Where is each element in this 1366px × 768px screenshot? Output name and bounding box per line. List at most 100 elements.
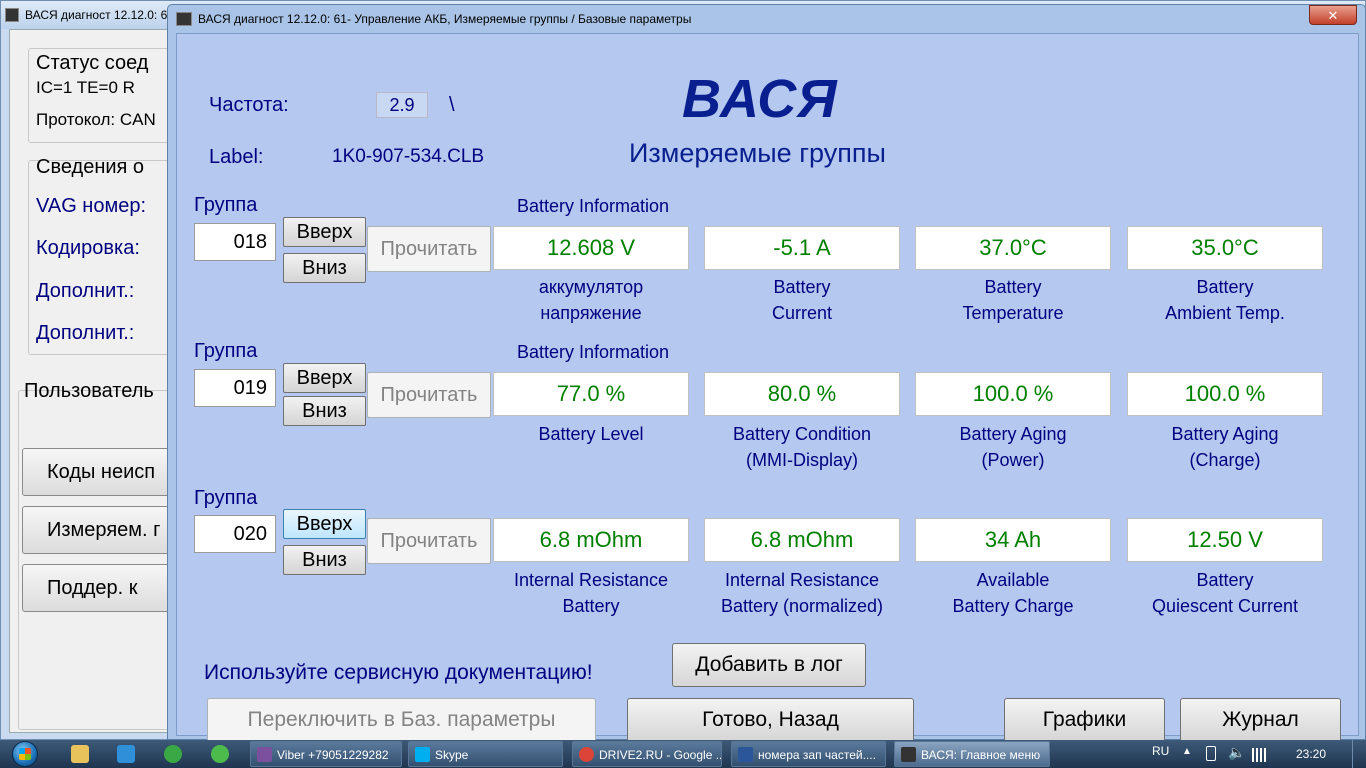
folder-icon (71, 745, 89, 763)
read-button[interactable]: Прочитать (367, 226, 491, 272)
group-label: Группа (194, 487, 258, 509)
app-pin[interactable] (202, 741, 238, 767)
close-button[interactable]: ✕ (1309, 5, 1357, 25)
taskbar: Viber +79051229282 Skype DRIVE2.RU - Goo… (0, 740, 1366, 768)
tray-arrow-icon[interactable]: ▲ (1182, 746, 1192, 768)
vasya-logo: ВАСЯ (682, 69, 838, 129)
caption-battery-level: Battery Level (538, 424, 644, 444)
value-ambient-temp: 35.0°C (1127, 226, 1323, 270)
user-label: Пользователь (24, 380, 154, 402)
task-chrome[interactable]: DRIVE2.RU - Google ... (572, 741, 722, 767)
explorer-pin[interactable] (62, 741, 98, 767)
extra2-label: Дополнит.: (36, 322, 135, 344)
caption-aging-charge: Battery Aging (Charge) (1171, 424, 1279, 470)
caption-battery-temperature: Battery Temperature (962, 277, 1064, 323)
chat-icon (117, 745, 135, 763)
group-number-input[interactable]: 019 (194, 369, 276, 407)
task-label: ВАСЯ: Главное меню (921, 748, 1041, 762)
word-icon (738, 747, 753, 762)
start-button[interactable] (5, 740, 45, 768)
clock[interactable]: 23:20 (1296, 747, 1326, 768)
task-label: Viber +79051229282 (277, 748, 389, 762)
value-battery-current: -5.1 A (704, 226, 900, 270)
caption-aging-power: Battery Aging (Power) (959, 424, 1067, 470)
extra1-label: Дополнит.: (36, 280, 135, 302)
task-skype[interactable]: Skype (408, 741, 563, 767)
done-back-button[interactable]: Готово, Назад (627, 698, 914, 742)
network-icon[interactable] (1252, 748, 1268, 762)
group-title: Battery Information (516, 342, 670, 362)
chat-pin[interactable] (108, 741, 144, 767)
group-up-button[interactable]: Вверх (283, 217, 366, 247)
viber-icon (257, 747, 272, 762)
main-window-client: Статус соед IC=1 TE=0 R Протокол: CAN Св… (9, 29, 202, 733)
caption-quiescent-current: Battery Quiescent Current (1151, 570, 1299, 616)
value-battery-level: 77.0 % (493, 372, 689, 416)
dialog-client: Частота: 2.9 \ Label: 1K0-907-534.CLB ВА… (176, 33, 1359, 742)
group-label: Группа (194, 340, 258, 362)
task-word[interactable]: номера зап частей.... (731, 741, 886, 767)
torrent-pin[interactable] (155, 741, 191, 767)
value-aging-power: 100.0 % (915, 372, 1111, 416)
measured-groups-dialog: ВАСЯ диагност 12.12.0: 61- Управление АК… (167, 4, 1366, 742)
volume-icon[interactable]: 🔈 (1228, 744, 1245, 768)
add-to-log-button[interactable]: Добавить в лог (672, 643, 866, 687)
battery-icon[interactable] (1206, 746, 1216, 761)
vag-number-label: VAG номер: (36, 195, 147, 217)
journal-button[interactable]: Журнал (1180, 698, 1341, 742)
switch-basic-settings-button[interactable]: Переключить в Баз. параметры (207, 698, 596, 742)
task-label: Skype (435, 748, 469, 762)
skype-icon (415, 747, 430, 762)
activity-indicator: \ (449, 94, 455, 116)
show-desktop-button[interactable] (1352, 740, 1366, 768)
caption-ambient-temp: Battery Ambient Temp. (1165, 277, 1285, 323)
caption-internal-resistance-normalized: Internal Resistance Battery (normalized) (720, 570, 884, 616)
status-label: Статус соед (36, 52, 149, 74)
group-down-button[interactable]: Вниз (283, 396, 366, 426)
caption-internal-resistance: Internal Resistance Battery (513, 570, 669, 616)
group-down-button[interactable]: Вниз (283, 253, 366, 283)
task-vasya[interactable]: ВАСЯ: Главное меню (894, 741, 1050, 767)
task-label: номера зап частей.... (758, 748, 876, 762)
task-label: DRIVE2.RU - Google ... (599, 748, 722, 762)
label-caption: Label: (209, 146, 264, 168)
caption-battery-condition: Battery Condition (MMI-Display) (732, 424, 872, 470)
frequency-label: Частота: (209, 94, 289, 116)
group-title: Battery Information (516, 196, 670, 216)
value-internal-resistance-normalized: 6.8 mOhm (704, 518, 900, 562)
close-icon: ✕ (1327, 8, 1339, 23)
read-button[interactable]: Прочитать (367, 372, 491, 418)
vasya-app-icon (176, 12, 192, 26)
group-number-input[interactable]: 018 (194, 223, 276, 261)
caption-battery-voltage: аккумулятор напряжение (538, 277, 644, 323)
dialog-title: ВАСЯ диагност 12.12.0: 61- Управление АК… (198, 12, 692, 26)
value-battery-voltage: 12.608 V (493, 226, 689, 270)
value-battery-condition: 80.0 % (704, 372, 900, 416)
value-available-charge: 34 Ah (915, 518, 1111, 562)
info-label: Сведения о (36, 156, 145, 178)
group-up-button[interactable]: Вверх (283, 363, 366, 393)
protocol-text: Протокол: CAN (36, 110, 156, 129)
task-viber[interactable]: Viber +79051229282 (250, 741, 402, 767)
value-quiescent-current: 12.50 V (1127, 518, 1323, 562)
coding-label: Кодировка: (36, 237, 140, 259)
caption-available-charge: Available Battery Charge (952, 570, 1074, 616)
status-values: IC=1 TE=0 R (36, 78, 135, 97)
dialog-titlebar[interactable]: ВАСЯ диагност 12.12.0: 61- Управление АК… (168, 5, 1365, 32)
vasya-app-icon (5, 8, 19, 22)
torrent-icon (164, 745, 182, 763)
green-app-icon (211, 745, 229, 763)
graphs-button[interactable]: Графики (1004, 698, 1165, 742)
caption-battery-current: Battery Current (771, 277, 833, 323)
frequency-value: 2.9 (376, 92, 428, 118)
group-down-button[interactable]: Вниз (283, 545, 366, 575)
label-file-value: 1K0-907-534.CLB (332, 146, 485, 167)
main-window-title: ВАСЯ диагност 12.12.0: 61 (25, 8, 174, 22)
group-up-button[interactable]: Вверх (283, 509, 366, 539)
group-number-input[interactable]: 020 (194, 515, 276, 553)
page-title: Измеряемые группы (629, 138, 886, 168)
read-button[interactable]: Прочитать (367, 518, 491, 564)
value-battery-temperature: 37.0°C (915, 226, 1111, 270)
group-label: Группа (194, 194, 258, 216)
language-indicator[interactable]: RU (1152, 744, 1169, 768)
